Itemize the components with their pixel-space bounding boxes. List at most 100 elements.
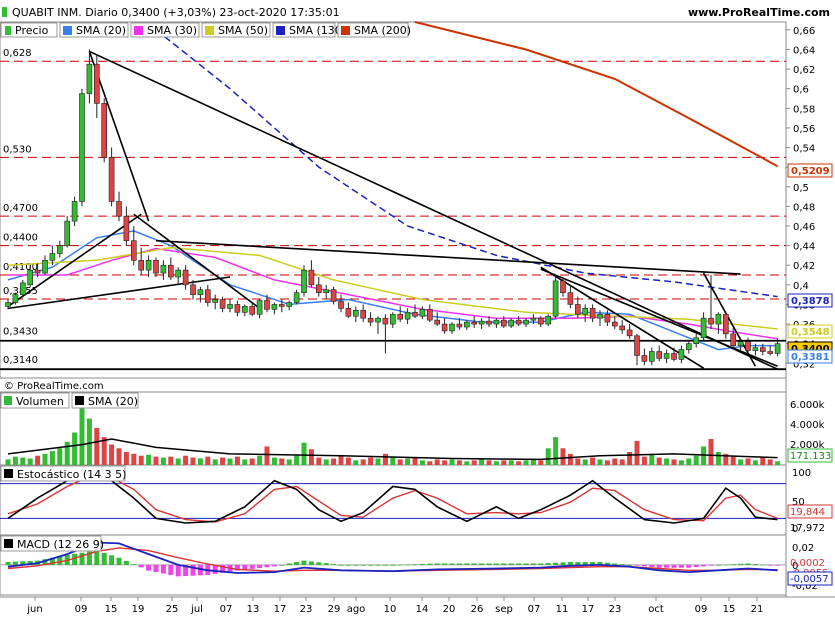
- x-tick-label: 17: [582, 604, 595, 615]
- candle-body: [293, 292, 300, 303]
- volume-bar: [582, 459, 588, 465]
- volume-bar: [183, 455, 189, 465]
- volume-bar: [86, 418, 92, 465]
- candle-body: [641, 355, 648, 362]
- candle: [663, 349, 670, 364]
- y-tick-label: 0,48: [793, 202, 815, 213]
- candle-body: [441, 323, 448, 332]
- volume-bar: [390, 457, 396, 465]
- macd-histogram-bar: [449, 563, 455, 565]
- volume-bar: [234, 456, 240, 465]
- volume-legend: Volumen SMA (20): [0, 392, 139, 409]
- macd-histogram-bar: [249, 564, 255, 569]
- candle-body: [205, 289, 211, 303]
- candle-body: [234, 304, 241, 313]
- candle-body: [545, 315, 552, 325]
- volume-bar: [775, 461, 781, 465]
- macd-histogram-bar: [612, 563, 618, 565]
- volume-bar: [649, 453, 655, 465]
- volume-bar: [382, 453, 388, 465]
- candle: [352, 306, 359, 323]
- volume-bar: [220, 457, 226, 465]
- volume-bar: [464, 461, 470, 465]
- candle: [619, 320, 626, 334]
- candle: [101, 98, 107, 163]
- candle-body: [604, 313, 611, 323]
- volume-bar: [294, 455, 300, 465]
- macd-tick-label: 0,02: [792, 543, 814, 554]
- candle: [641, 348, 648, 366]
- candle-body: [5, 302, 11, 307]
- candle-body: [478, 320, 485, 325]
- macd-histogram-bar: [486, 563, 492, 565]
- candle: [545, 314, 552, 327]
- volume-bar: [271, 457, 277, 465]
- legend-sma30: SMA (30): [147, 24, 197, 37]
- macd-histogram-bar: [353, 564, 359, 566]
- x-tick-label: 09: [695, 604, 708, 615]
- candle-body: [456, 323, 463, 328]
- volume-bar: [530, 459, 536, 465]
- support-label: 0,3430: [3, 327, 38, 338]
- macd-histogram-bar: [560, 562, 566, 565]
- volume-bar: [730, 456, 736, 465]
- candle: [493, 318, 500, 328]
- candle-body: [278, 304, 285, 307]
- macd-histogram-bar: [516, 563, 522, 565]
- candle-body: [745, 341, 751, 351]
- macd-histogram-bar: [264, 564, 270, 568]
- volume-bar: [671, 459, 677, 465]
- candle: [71, 196, 78, 226]
- candle: [123, 206, 130, 246]
- site-name[interactable]: www.ProRealTime.com: [688, 6, 830, 19]
- volume-bar: [627, 452, 633, 465]
- macd-histogram-bar: [538, 563, 544, 565]
- candle: [234, 300, 241, 317]
- x-tick-label: 07: [528, 604, 541, 615]
- macd-histogram-bar: [397, 564, 403, 566]
- candle: [197, 286, 204, 303]
- candle: [382, 314, 389, 354]
- candle: [19, 279, 26, 298]
- candle-body: [759, 347, 766, 352]
- volume-bar: [523, 460, 529, 465]
- legend-volume: Volumen: [16, 395, 64, 408]
- macd-histogram-bar: [530, 563, 536, 565]
- candle-body: [486, 320, 492, 325]
- macd-histogram-bar: [138, 564, 144, 568]
- volume-bar: [368, 457, 374, 465]
- macd-histogram-bar: [649, 564, 655, 568]
- y-tick-label: 0,66: [793, 26, 815, 37]
- macd-histogram-bar: [345, 564, 351, 566]
- macd-histogram-bar: [419, 563, 425, 565]
- candle: [271, 302, 278, 315]
- x-tick-label: jul: [190, 604, 203, 615]
- x-tick-label: ago: [347, 604, 366, 615]
- candle: [256, 298, 263, 319]
- macd-histogram-bar: [160, 564, 166, 574]
- candle-body: [315, 284, 322, 293]
- candle-body: [397, 313, 404, 320]
- candle: [293, 289, 300, 305]
- volume-bar: [331, 458, 337, 465]
- x-tick-label: 13: [247, 604, 260, 615]
- macd-histogram-bar: [427, 563, 433, 565]
- volume-bar: [138, 455, 144, 465]
- macd-histogram-bar: [153, 564, 159, 573]
- x-tick-label: 25: [166, 604, 179, 615]
- candle-body: [412, 311, 418, 317]
- volume-bar: [427, 461, 433, 465]
- volume-bar: [345, 457, 351, 465]
- candle-body: [722, 313, 729, 335]
- macd-histogram-bar: [323, 563, 329, 565]
- candle-body: [693, 337, 700, 344]
- volume-bar: [590, 457, 596, 465]
- candle-body: [42, 260, 48, 274]
- price-value-label: 0,3381: [791, 352, 830, 363]
- volume-bar: [42, 453, 48, 465]
- candle-body: [12, 294, 19, 303]
- volume-bar: [12, 456, 18, 465]
- candle-body: [419, 309, 426, 317]
- volume-bar: [27, 458, 33, 465]
- candle-body: [197, 289, 204, 295]
